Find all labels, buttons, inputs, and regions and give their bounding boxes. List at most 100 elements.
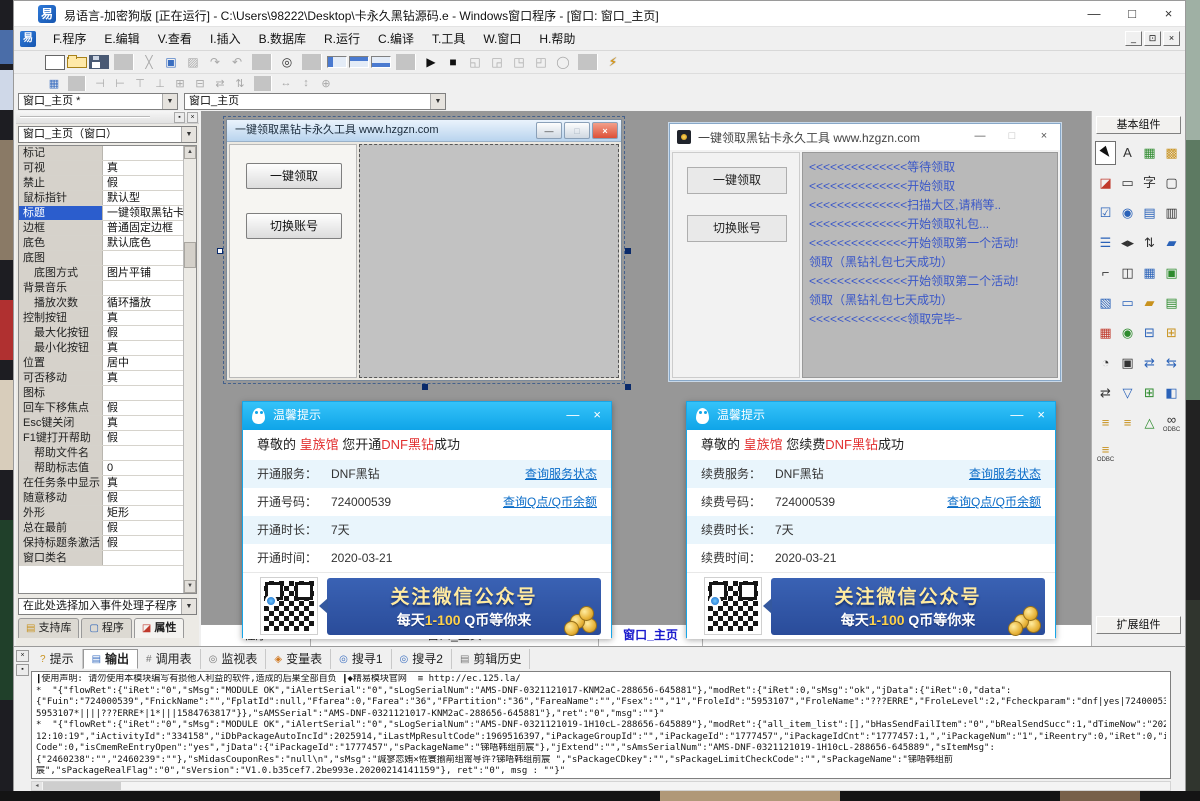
property-value[interactable]: 居中 [103,356,183,370]
property-value[interactable]: 真 [103,416,183,430]
property-row[interactable]: 控制按钮 真 [19,311,183,326]
tab-watch-table[interactable]: ◎ 监视表 [201,649,267,669]
maximize-button[interactable]: □ [1114,1,1150,26]
menu-item[interactable]: B.数据库 [250,28,315,50]
property-row[interactable]: 在任务条中显示 真 [19,476,183,491]
chevron-down-icon[interactable]: ▼ [181,599,196,614]
menu-item[interactable]: H.帮助 [530,28,584,50]
property-row[interactable]: 窗口类名 [19,551,183,566]
scroll-left-icon[interactable]: ◂ [32,782,42,790]
selection-handle[interactable] [422,384,428,390]
run-to-cursor-icon[interactable]: ◰ [531,53,551,71]
run-icon[interactable]: ▶ [421,53,441,71]
property-value[interactable]: 真 [103,476,183,490]
designer-log-box[interactable] [359,144,619,378]
same-height-icon[interactable]: ↕ [297,76,315,91]
mdi-restore-button[interactable]: ⊡ [1144,31,1161,46]
client-socket-icon[interactable]: ⇄ [1139,351,1160,375]
property-value[interactable]: 默认型 [103,191,183,205]
scrollbar-thumb[interactable] [43,782,121,790]
remote-pc-icon[interactable]: ⇄ [1095,381,1116,405]
switch-account-button[interactable]: 切换账号 [687,215,787,242]
splitter-icon[interactable]: ⊟ [1139,321,1160,345]
tab-program[interactable]: ▢ 程序 [81,618,131,638]
property-row[interactable]: 底色 默认底色 [19,236,183,251]
close-button[interactable]: × [592,122,618,139]
center-vertical-icon[interactable]: ⊟ [191,76,209,91]
server-socket-icon[interactable]: ⇆ [1161,351,1182,375]
output-hscrollbar[interactable]: ◂ [31,781,1171,791]
printer-icon[interactable]: ▣ [1117,351,1138,375]
property-row[interactable]: 底图方式 图片平铺 [19,266,183,281]
window-selector-combo[interactable]: 窗口_主页 * ▼ [18,93,178,110]
property-value[interactable]: 假 [103,176,183,190]
property-value[interactable]: 图片平铺 [103,266,183,280]
wechat-banner[interactable]: 关注微信公众号 每天1-100 Q币等你来 [771,578,1045,635]
static-text-icon[interactable]: 字 [1139,171,1160,195]
tab-clip-history[interactable]: ▤ 剪辑历史 [452,649,530,669]
close-button[interactable]: × [593,402,601,428]
property-row[interactable]: 背景音乐 [19,281,183,296]
line-icon[interactable]: ⌐ [1095,261,1116,285]
checkbox-icon[interactable]: ☑ [1095,201,1116,225]
separator[interactable] [114,54,134,70]
separator[interactable] [254,76,272,91]
undo-icon[interactable]: ↶ [227,53,247,71]
basic-components-button[interactable]: 基本组件 [1096,116,1181,134]
data-filter-icon[interactable]: ▽ [1117,381,1138,405]
layout-top-icon[interactable] [349,56,369,68]
drag-grip[interactable] [20,116,150,118]
group-box-icon[interactable]: ▢ [1161,171,1182,195]
property-value[interactable]: 真 [103,311,183,325]
vscrollbar-icon[interactable]: ⇅ [1139,231,1160,255]
internet-icon[interactable]: ◉ [1117,321,1138,345]
menu-item[interactable]: T.工具 [423,28,474,50]
claim-button[interactable]: 一键领取 [687,167,787,194]
chevron-down-icon[interactable]: ▼ [430,94,445,109]
label-icon[interactable]: A [1117,141,1138,165]
property-row[interactable]: 位置 居中 [19,356,183,371]
property-value[interactable]: 假 [103,536,183,550]
pause-icon[interactable]: ◯ [553,53,573,71]
output-log[interactable]: ┃使用声明: 请勿使用本模块编写有损他人利益的软件,造成的后果全部自负 ┃◆精易… [31,671,1171,779]
row-link[interactable]: 查询服务状态 [525,460,597,488]
event-handler-combo[interactable]: 在此处选择加入事件处理子程序 ▼ [18,598,197,615]
panel-header[interactable]: ▪ × [16,111,199,124]
record-set-icon[interactable]: ◧ [1161,381,1182,405]
panel-close-button[interactable]: × [16,650,29,662]
property-value[interactable]: 一键领取黑钻卡永 [103,206,183,220]
property-row[interactable]: 帮助标志值 0 [19,461,183,476]
property-row[interactable]: 回车下移焦点 假 [19,401,183,416]
align-right-icon[interactable]: ⊢ [111,76,129,91]
designer-left-panel[interactable]: 一键领取 切换账号 [229,144,357,378]
form-selector-combo[interactable]: 窗口_主页 ▼ [184,93,446,110]
panel-float-button[interactable]: ▪ [16,664,29,676]
tab-hints[interactable]: ? 提示 [32,649,83,669]
space-horizontal-icon[interactable]: ⇄ [211,76,229,91]
ip-edit-icon[interactable]: ▭ [1117,291,1138,315]
separator[interactable] [68,76,86,91]
property-row[interactable]: 图标 [19,386,183,401]
image-box-icon[interactable]: ▩ [1161,141,1182,165]
property-value[interactable]: 循环播放 [103,296,183,310]
dialog-icon[interactable]: ▣ [1161,261,1182,285]
property-row[interactable]: 总在最前 假 [19,521,183,536]
qq-tip-dialog-open[interactable]: 温馨提示 — × 尊敬的 皇族馆 您开通DNF黑钻成功 开通服务： DNF黑钻 [242,401,612,638]
db-file-icon[interactable]: ≡ [1095,411,1116,435]
paste-icon[interactable]: ▨ [183,53,203,71]
property-row[interactable]: 最小化按钮 真 [19,341,183,356]
object-selector-combo[interactable]: 窗口_主页（窗口） ▼ [18,126,197,143]
cut-icon[interactable]: ╳ [139,53,159,71]
picture-box-icon[interactable]: ▦ [1139,141,1160,165]
claim-button[interactable]: 一键领取 [246,163,342,189]
property-row[interactable]: 可视 真 [19,161,183,176]
list-box-icon[interactable]: ▥ [1161,201,1182,225]
hscrollbar-icon[interactable]: ◂▸ [1117,231,1138,255]
property-row[interactable]: 标题 一键领取黑钻卡永 [19,206,183,221]
redo-icon[interactable]: ↷ [205,53,225,71]
odbc-db-icon[interactable]: ≡ ODBC [1095,441,1116,465]
property-value[interactable]: 默认底色 [103,236,183,250]
property-value[interactable]: 假 [103,401,183,415]
selection-handle[interactable] [217,248,223,254]
selection-handle[interactable] [625,248,631,254]
